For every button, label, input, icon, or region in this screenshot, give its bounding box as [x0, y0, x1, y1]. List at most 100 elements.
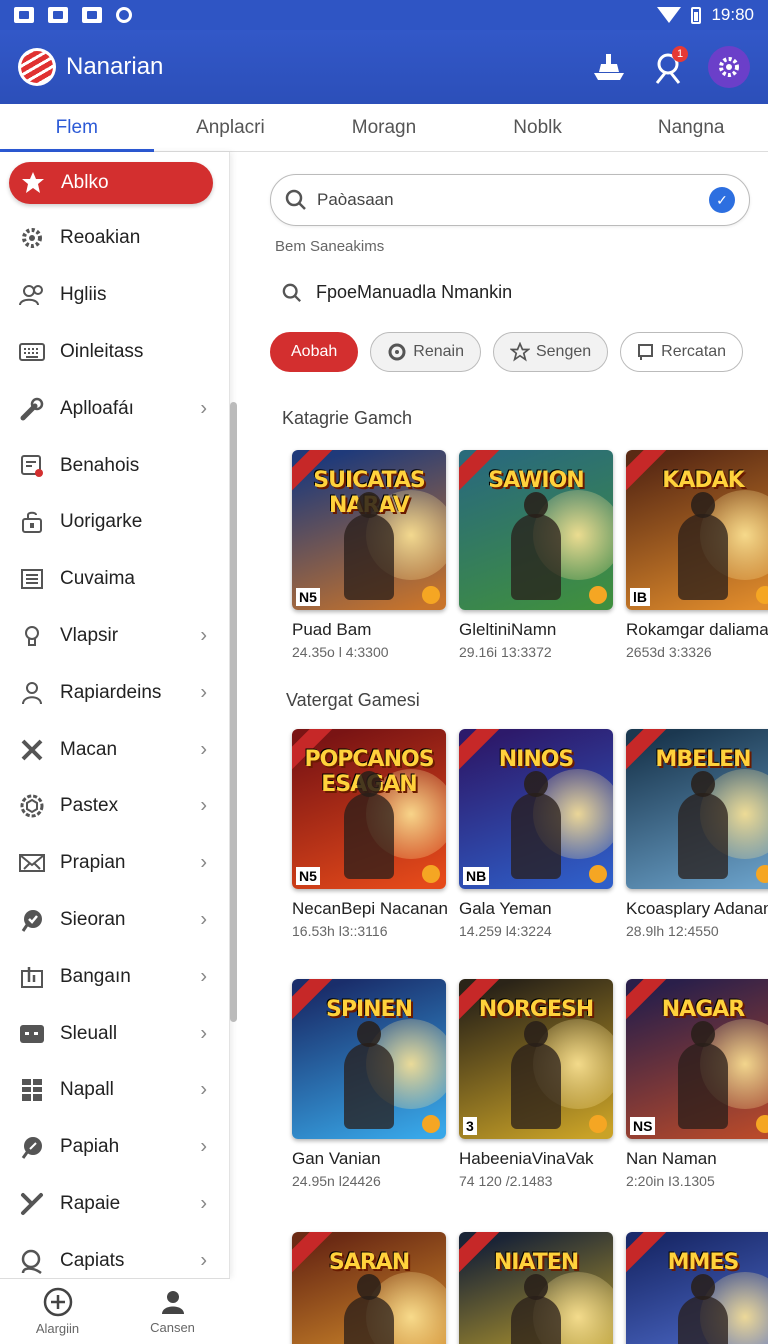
- game-card[interactable]: SUICATAS NARAVN5 Puad Bam 24.35o l 4:3300: [292, 450, 452, 660]
- action-dot-icon[interactable]: [756, 865, 768, 883]
- section-title: Vatergat Gamesi: [286, 690, 420, 710]
- drawer-item-vlapsir[interactable]: Vlapsir ›: [0, 608, 229, 665]
- game-card[interactable]: MBELEN Kcoasplary Adanano 28.9lh 12:4550: [626, 729, 768, 939]
- star-badge-icon: [19, 169, 47, 197]
- game-thumbnail[interactable]: POPCANOS ESAGANN5: [292, 729, 446, 889]
- search-bar[interactable]: Paòasaan ✓: [270, 174, 750, 226]
- rating-badge: 3: [463, 1117, 477, 1135]
- drawer-item-sleuall[interactable]: Sleuall ›: [0, 1005, 229, 1062]
- action-dot-icon[interactable]: [589, 1115, 607, 1133]
- game-card[interactable]: POPCANOS ESAGANN5 NecanBepi Nacanan 16.53h…: [292, 729, 452, 939]
- bottom-nav-cansen[interactable]: Cansen: [115, 1279, 230, 1344]
- hero-figure: [344, 1021, 394, 1129]
- game-thumbnail[interactable]: NAGAR NS: [626, 979, 768, 1139]
- chevron-right-icon: ›: [200, 1135, 207, 1158]
- drawer-item-napall[interactable]: Napall ›: [0, 1062, 229, 1119]
- game-name: HabeeniaVinaVak: [459, 1149, 594, 1168]
- search-hint: Bem Saneakims: [275, 238, 385, 255]
- game-name: NecanBepi Nacanan: [292, 899, 448, 918]
- action-dot-icon[interactable]: [422, 586, 440, 604]
- game-meta: 16.53h l3::3116: [292, 923, 388, 939]
- tab-flem[interactable]: Flem: [0, 104, 154, 152]
- drawer-item-label: Pastex: [60, 795, 119, 817]
- drawer-item-label: Rapaie: [60, 1192, 121, 1214]
- game-thumbnail[interactable]: MMES: [626, 1232, 768, 1344]
- tab-anplacri[interactable]: Anplacri: [154, 104, 308, 151]
- drawer-item-prapian[interactable]: Prapian ›: [0, 835, 229, 892]
- game-card[interactable]: KADAK lB Rokamgar daliamar 2653d 3:3326: [626, 450, 768, 660]
- check-icon[interactable]: ✓: [709, 187, 735, 213]
- app-title: Nanarian: [66, 53, 164, 80]
- drawer-item-aplloafai[interactable]: Aplloafáı ›: [0, 380, 229, 437]
- tab-noblk[interactable]: Noblk: [461, 104, 615, 151]
- drawer-item-label: Sleuall: [60, 1022, 118, 1044]
- search-suggestion[interactable]: FpoeManuadla Nmankin: [282, 282, 512, 303]
- chip-renain[interactable]: Renain: [370, 332, 481, 372]
- drawer-item-reoakian[interactable]: Reoakian: [0, 210, 229, 267]
- drawer-item-macan[interactable]: Macan ›: [0, 721, 229, 778]
- drawer-scrollbar[interactable]: [230, 402, 237, 1022]
- game-meta: 29.16i 13:3372: [459, 644, 552, 660]
- drawer-item-uorigarke[interactable]: Uorigarke: [0, 494, 229, 551]
- search-input[interactable]: Paòasaan: [317, 190, 709, 210]
- action-dot-icon[interactable]: [589, 865, 607, 883]
- game-thumbnail[interactable]: SUICATAS NARAVN5: [292, 450, 446, 610]
- game-card[interactable]: MMES: [626, 1232, 768, 1344]
- chip-label: Renain: [413, 343, 464, 360]
- game-card[interactable]: NINOS NB Gala Yeman 14.259 l4:3224: [459, 729, 619, 939]
- game-meta: 2653d 3:3326: [626, 644, 712, 660]
- action-dot-icon[interactable]: [422, 865, 440, 883]
- drawer-item-papiah[interactable]: Papiah ›: [0, 1119, 229, 1176]
- drawer-item-hgliis[interactable]: Hgliis: [0, 267, 229, 324]
- game-thumbnail[interactable]: KADAK lB: [626, 450, 768, 610]
- drawer-item-ablko[interactable]: Ablko: [9, 162, 213, 204]
- drawer-item-bangain[interactable]: Bangaın ›: [0, 948, 229, 1005]
- drawer-item-label: Prapian: [60, 852, 126, 874]
- game-thumbnail[interactable]: NORGESH 3: [459, 979, 613, 1139]
- game-card[interactable]: NIATEN: [459, 1232, 619, 1344]
- game-card[interactable]: SPINEN Gan Vanian 24.95n l24426: [292, 979, 452, 1189]
- action-dot-icon[interactable]: [422, 1115, 440, 1133]
- action-dot-icon[interactable]: [756, 1115, 768, 1133]
- game-card[interactable]: SAWION GleltiniNamn 29.16i 13:3372: [459, 450, 619, 660]
- drawer-item-benahois[interactable]: Benahois: [0, 437, 229, 494]
- game-thumbnail[interactable]: NINOS NB: [459, 729, 613, 889]
- person-icon: [161, 1291, 184, 1314]
- drawer-item-label: Cuvaima: [60, 568, 135, 590]
- drawer-item-label: Capiats: [60, 1249, 125, 1271]
- settings-gear-icon[interactable]: [708, 46, 750, 88]
- notification-badge: 1: [672, 46, 688, 62]
- game-thumbnail[interactable]: NIATEN: [459, 1232, 613, 1344]
- ship-icon[interactable]: [588, 46, 630, 88]
- game-thumbnail[interactable]: SARAN: [292, 1232, 446, 1344]
- game-art-title: NORGESH: [478, 997, 594, 1022]
- game-card[interactable]: SARAN: [292, 1232, 452, 1344]
- chip-aobah[interactable]: Aobah: [270, 332, 359, 372]
- game-name: Rokamgar daliamar: [626, 620, 768, 639]
- tab-nangna[interactable]: Nangna: [614, 104, 768, 151]
- profile-alert-icon[interactable]: 1: [648, 46, 690, 88]
- game-thumbnail[interactable]: SPINEN: [292, 979, 446, 1139]
- calendar-icon: [48, 7, 68, 23]
- drawer-item-cuvaima[interactable]: Cuvaima: [0, 551, 229, 608]
- drawer-item-rapaie[interactable]: Rapaie ›: [0, 1176, 229, 1233]
- list-icon: [18, 565, 46, 593]
- chip-rercatan[interactable]: Rercatan: [620, 332, 744, 372]
- hero-figure: [511, 1021, 561, 1129]
- tab-moragn[interactable]: Moragn: [307, 104, 461, 151]
- action-dot-icon[interactable]: [756, 586, 768, 604]
- game-thumbnail[interactable]: MBELEN: [626, 729, 768, 889]
- drawer-item-capiats[interactable]: Capiats ›: [0, 1232, 229, 1278]
- game-name: Kcoasplary Adanano: [626, 899, 768, 918]
- bottom-nav-alargiin[interactable]: Alargiin: [0, 1279, 115, 1344]
- action-dot-icon[interactable]: [589, 586, 607, 604]
- game-card[interactable]: NORGESH 3 HabeeniaVinaVak 74 120 /2.1483: [459, 979, 619, 1189]
- bottom-nav-label: Alargiin: [35, 1321, 80, 1336]
- drawer-item-rapiardeins[interactable]: Rapiardeins ›: [0, 664, 229, 721]
- drawer-item-sieoran[interactable]: Sieoran ›: [0, 892, 229, 949]
- chip-sengen[interactable]: Sengen: [492, 332, 609, 372]
- game-card[interactable]: NAGAR NS Nan Naman 2:20in I3.1305: [626, 979, 768, 1189]
- drawer-item-oinleitass[interactable]: Oinleitass: [0, 324, 229, 381]
- game-thumbnail[interactable]: SAWION: [459, 450, 613, 610]
- drawer-item-pastex[interactable]: Pastex ›: [0, 778, 229, 835]
